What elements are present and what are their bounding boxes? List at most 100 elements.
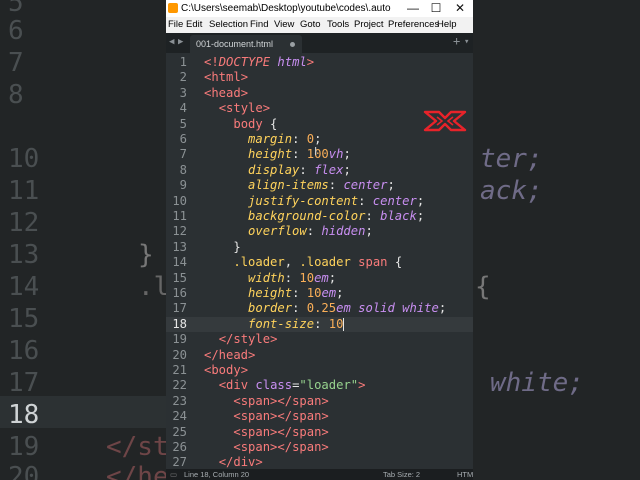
code-editor[interactable]: 1 <!DOCTYPE html> 2 <html> 3 <head> 4 <style> 5… bbox=[166, 53, 473, 469]
code-line[interactable]: 18 font-size: 10 bbox=[166, 316, 473, 333]
code-text[interactable]: <!DOCTYPE html> bbox=[204, 55, 314, 70]
code-line[interactable]: 16 height: 10em; bbox=[166, 286, 473, 301]
sublime-app-icon bbox=[168, 3, 178, 13]
code-text[interactable]: <div class="loader"> bbox=[204, 378, 366, 393]
code-line[interactable]: 24 <span></span> bbox=[166, 409, 473, 424]
bg-line-number: 15 bbox=[8, 304, 40, 334]
new-tab-icon[interactable]: + bbox=[453, 34, 460, 48]
code-line[interactable]: 23 <span></span> bbox=[166, 394, 473, 409]
code-line[interactable]: 20 </head> bbox=[166, 348, 473, 363]
code-line[interactable]: 11 background-color: black; bbox=[166, 209, 473, 224]
code-line[interactable]: 2 <html> bbox=[166, 70, 473, 85]
code-text[interactable]: justify-content: center; bbox=[204, 194, 424, 209]
code-text[interactable]: </style> bbox=[204, 332, 278, 347]
code-line[interactable]: 15 width: 10em; bbox=[166, 271, 473, 286]
code-text[interactable]: <span></span> bbox=[204, 409, 328, 424]
unsaved-dot-icon[interactable] bbox=[290, 42, 295, 47]
line-number: 9 bbox=[179, 178, 187, 193]
code-text[interactable]: height: 100vh; bbox=[204, 147, 351, 162]
code-line[interactable]: 26 <span></span> bbox=[166, 440, 473, 455]
background-gutter: 5 6 7 8 10 11 12 13 14 15 16 17 18 19 20 bbox=[0, 0, 70, 480]
menu-help[interactable]: Help bbox=[437, 19, 457, 30]
code-line[interactable]: 17 border: 0.25em solid white; bbox=[166, 301, 473, 316]
status-indicator-icon[interactable]: ▭ bbox=[170, 470, 177, 479]
code-text[interactable]: .loader, .loader span { bbox=[204, 255, 402, 270]
code-text[interactable]: margin: 0; bbox=[204, 132, 321, 147]
code-line[interactable]: 22 <div class="loader"> bbox=[166, 378, 473, 393]
code-line[interactable]: 3 <head> bbox=[166, 86, 473, 101]
code-line[interactable]: 8 display: flex; bbox=[166, 163, 473, 178]
line-number: 4 bbox=[179, 101, 187, 116]
code-text[interactable]: display: flex; bbox=[204, 163, 351, 178]
bg-code-fragment: } bbox=[138, 240, 154, 270]
bg-code-fragment: ack; bbox=[480, 176, 543, 206]
code-text[interactable]: <span></span> bbox=[204, 440, 328, 455]
line-number: 20 bbox=[172, 347, 187, 362]
code-line[interactable]: 25 <span></span> bbox=[166, 425, 473, 440]
menu-view[interactable]: View bbox=[274, 19, 294, 30]
code-text[interactable]: background-color: black; bbox=[204, 209, 424, 224]
line-number: 6 bbox=[179, 132, 187, 146]
code-text[interactable]: <html> bbox=[204, 70, 248, 85]
menu-file[interactable]: File bbox=[168, 19, 183, 30]
code-line[interactable]: 6 margin: 0; bbox=[166, 132, 473, 147]
close-icon[interactable]: ✕ bbox=[448, 0, 472, 17]
menu-selection[interactable]: Selection bbox=[209, 19, 248, 30]
line-number: 18 bbox=[172, 316, 187, 331]
menu-project[interactable]: Project bbox=[354, 19, 384, 30]
status-position: Line 18, Column 20 bbox=[184, 470, 250, 479]
line-number: 2 bbox=[179, 70, 187, 85]
menu-goto[interactable]: Goto bbox=[300, 19, 321, 30]
code-text[interactable]: font-size: 10 bbox=[204, 317, 345, 332]
menu-preferences[interactable]: Preferences bbox=[388, 19, 439, 30]
code-text[interactable]: align-items: center; bbox=[204, 178, 395, 193]
tab-back-icon[interactable]: ◀ bbox=[169, 37, 174, 47]
line-number: 23 bbox=[172, 393, 187, 408]
line-number: 17 bbox=[172, 301, 187, 316]
code-line[interactable]: 10 justify-content: center; bbox=[166, 194, 473, 209]
code-text[interactable]: body { bbox=[204, 117, 277, 132]
bg-code-fragment: .l bbox=[138, 272, 170, 302]
code-line[interactable]: 13 } bbox=[166, 240, 473, 255]
code-line[interactable]: 1 <!DOCTYPE html> bbox=[166, 55, 473, 70]
menu-edit[interactable]: Edit bbox=[186, 19, 202, 30]
maximize-icon[interactable]: ☐ bbox=[424, 0, 448, 17]
code-text[interactable]: overflow: hidden; bbox=[204, 224, 373, 239]
code-text[interactable]: <span></span> bbox=[204, 394, 328, 409]
code-line[interactable]: 12 overflow: hidden; bbox=[166, 224, 473, 239]
status-bar: ▭ Line 18, Column 20 Tab Size: 2 HTM bbox=[166, 469, 473, 480]
bg-code-fragment: white; bbox=[490, 368, 584, 398]
code-text[interactable]: } bbox=[204, 240, 240, 255]
code-text[interactable]: <body> bbox=[204, 363, 248, 378]
code-line[interactable]: 19 </style> bbox=[166, 332, 473, 347]
code-text[interactable]: border: 0.25em solid white; bbox=[204, 301, 446, 316]
line-number: 26 bbox=[172, 440, 187, 454]
bg-line-number: 7 bbox=[8, 48, 24, 78]
menu-tools[interactable]: Tools bbox=[327, 19, 349, 30]
line-number: 11 bbox=[172, 209, 187, 223]
code-line[interactable]: 7 height: 100vh; bbox=[166, 147, 473, 162]
code-text[interactable]: </head> bbox=[204, 348, 255, 363]
code-text[interactable]: height: 10em; bbox=[204, 286, 343, 301]
code-text[interactable]: <head> bbox=[204, 86, 248, 101]
tab-forward-icon[interactable]: ▶ bbox=[178, 37, 183, 47]
bg-line-number: 8 bbox=[8, 80, 24, 110]
bg-line-number: 11 bbox=[8, 176, 40, 206]
tab-list-icon[interactable]: ▾ bbox=[464, 37, 469, 47]
title-bar[interactable]: C:\Users\seemab\Desktop\youtube\codes\.a… bbox=[166, 0, 473, 17]
code-line[interactable]: 9 align-items: center; bbox=[166, 178, 473, 193]
menu-find[interactable]: Find bbox=[250, 19, 268, 30]
tab-001-document[interactable]: 001-document.html bbox=[190, 35, 302, 53]
status-syntax[interactable]: HTM bbox=[457, 470, 473, 479]
line-number: 1 bbox=[179, 55, 187, 69]
code-line[interactable]: 14 .loader, .loader span { bbox=[166, 255, 473, 270]
bg-code-fragment: { bbox=[475, 272, 491, 302]
status-tab-size[interactable]: Tab Size: 2 bbox=[383, 470, 420, 479]
text-caret bbox=[343, 317, 345, 331]
code-text[interactable]: <span></span> bbox=[204, 425, 328, 440]
code-text[interactable]: width: 10em; bbox=[204, 271, 336, 286]
minimize-icon[interactable]: — bbox=[401, 0, 425, 17]
code-line[interactable]: 21 <body> bbox=[166, 363, 473, 378]
mouse-cursor-icon: I bbox=[314, 145, 318, 158]
code-text[interactable]: <style> bbox=[204, 101, 270, 116]
